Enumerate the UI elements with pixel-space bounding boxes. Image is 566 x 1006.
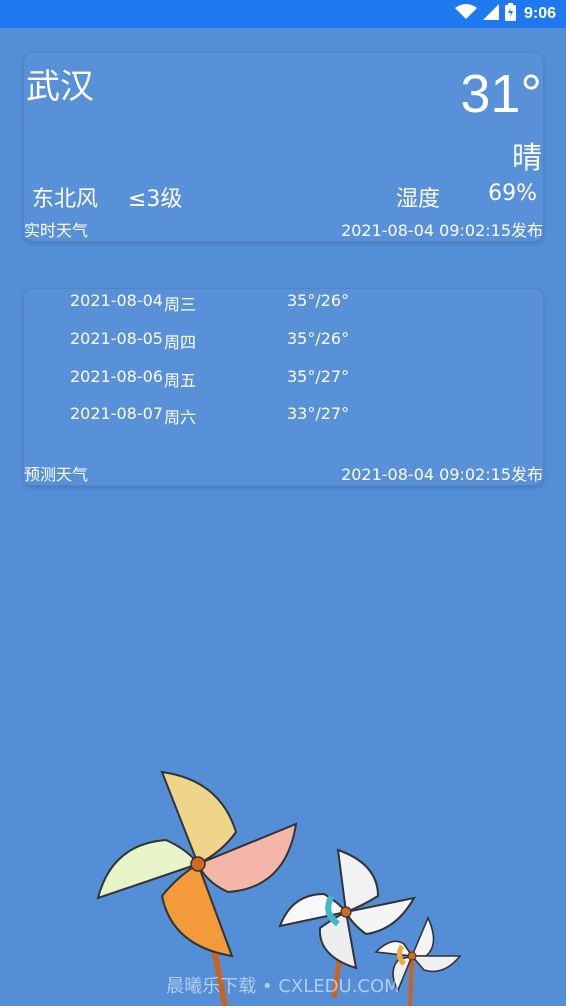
city-name: 武汉: [26, 67, 94, 107]
status-time: 9:06: [523, 5, 556, 22]
pinwheel-illustration: [96, 770, 462, 1006]
cell-signal-icon: [482, 4, 499, 24]
current-weather-card: 武汉 31° 晴 东北风 ≤3级 湿度 69% 实时天气 2021-08-04 …: [23, 52, 544, 242]
forecast-date: 2021-08-04: [70, 291, 163, 310]
forecast-label: 预测天气: [24, 465, 89, 484]
forecast-weekday: 周三: [164, 295, 197, 314]
battery-icon: [504, 3, 516, 25]
forecast-temp-range: 33°/27°: [287, 404, 350, 423]
forecast-row: 2021-08-05 周四 35°/26°: [70, 329, 490, 352]
status-bar: 9:06: [0, 0, 566, 28]
wind-level: ≤3级: [128, 187, 183, 212]
forecast-row: 2021-08-04 周三 35°/26°: [70, 291, 490, 314]
current-weather-label: 实时天气: [24, 221, 89, 240]
forecast-weekday: 周五: [164, 371, 197, 390]
forecast-row: 2021-08-06 周五 35°/27°: [70, 367, 490, 390]
forecast-weekday: 周六: [164, 408, 197, 427]
current-temperature: 31°: [460, 64, 542, 124]
status-icons: 9:06: [454, 3, 556, 25]
watermark: 晨曦乐下载 • CXLEDU.COM: [166, 976, 400, 997]
forecast-date: 2021-08-05: [70, 329, 163, 348]
forecast-card: 2021-08-04 周三 35°/26° 2021-08-05 周四 35°/…: [23, 288, 544, 486]
forecast-publish-time: 2021-08-04 09:02:15发布: [341, 465, 543, 484]
forecast-temp-range: 35°/27°: [287, 367, 350, 386]
forecast-date: 2021-08-06: [70, 367, 163, 386]
forecast-row: 2021-08-07 周六 33°/27°: [70, 404, 490, 427]
humidity-value: 69%: [488, 181, 537, 206]
forecast-weekday: 周四: [164, 333, 197, 352]
weather-condition: 晴: [512, 141, 542, 176]
forecast-temp-range: 35°/26°: [287, 329, 350, 348]
wifi-icon: [454, 4, 477, 24]
wind-direction: 东北风: [32, 187, 99, 212]
humidity-label: 湿度: [396, 187, 441, 212]
current-publish-time: 2021-08-04 09:02:15发布: [341, 221, 543, 240]
forecast-date: 2021-08-07: [70, 404, 163, 423]
large-pinwheel-icon: [96, 770, 298, 1006]
forecast-temp-range: 35°/26°: [287, 291, 350, 310]
